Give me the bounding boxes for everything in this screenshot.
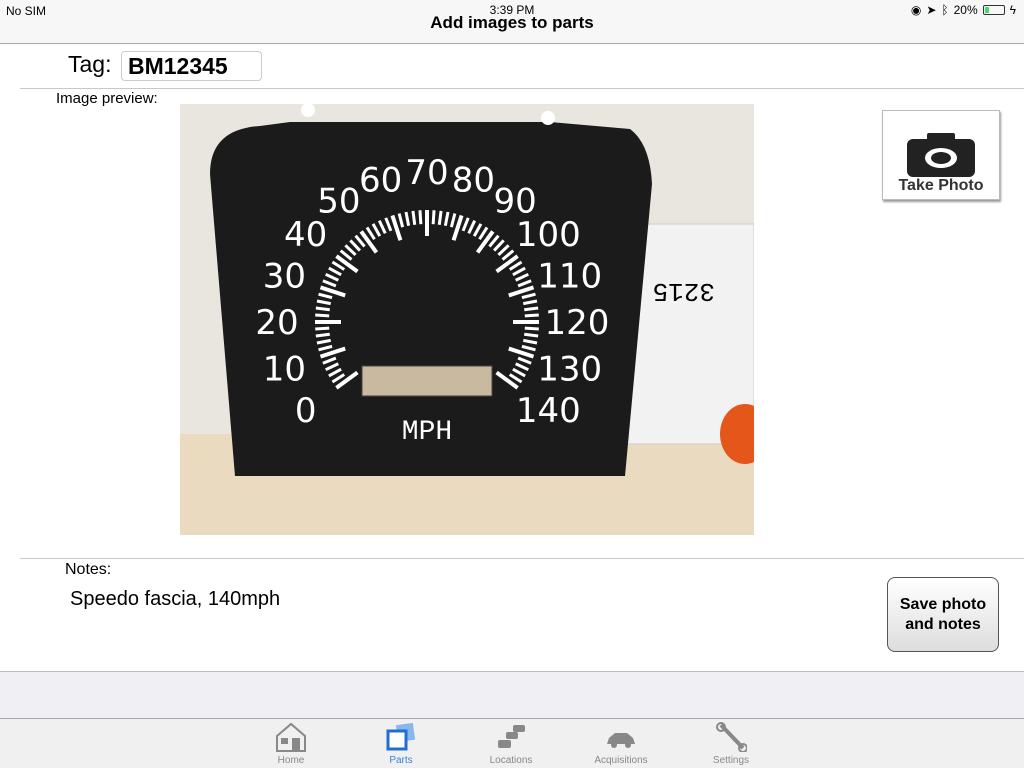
tab-parts[interactable]: Parts — [356, 719, 446, 769]
tab-label: Home — [277, 755, 305, 766]
tab-home[interactable]: Home — [246, 719, 336, 769]
dial-tick — [418, 210, 423, 225]
battery-percent: 20% — [953, 3, 978, 17]
dial-number: 20 — [255, 303, 298, 343]
save-label: Save photo and notes — [899, 595, 987, 633]
tab-label: Settings — [712, 755, 750, 766]
dial-tick — [524, 313, 539, 318]
dial-number: 110 — [537, 257, 602, 297]
page-title: Add images to parts — [430, 13, 594, 32]
dial-number: 80 — [452, 160, 495, 200]
dial-number: 0 — [295, 391, 317, 431]
dial-tick — [524, 332, 539, 338]
divider — [20, 88, 1024, 89]
dial-tick — [524, 326, 539, 331]
save-photo-and-notes-button[interactable]: Save photo and notes — [887, 577, 999, 652]
tab-label: Acquisitions — [594, 755, 648, 766]
battery-icon — [982, 5, 1005, 15]
take-photo-label: Take Photo — [898, 177, 984, 194]
dial-number: 100 — [516, 215, 581, 255]
bluetooth-icon: ᛒ — [941, 3, 949, 17]
tab-locations[interactable]: Locations — [466, 719, 556, 769]
tab-label: Parts — [389, 755, 413, 766]
tab-acquisitions[interactable]: Acquisitions — [576, 719, 666, 769]
notes-input[interactable]: Speedo fascia, 140mph — [70, 588, 770, 611]
spacer — [0, 671, 1024, 718]
dial-tick — [431, 210, 436, 225]
dial-tick — [411, 210, 417, 225]
tab-bar: Home Parts Locations Acquisitions Settin… — [0, 718, 1024, 768]
camera-icon — [907, 133, 975, 177]
status-bar: No SIM 3:39 PM Add images to parts ◉ ➤ ᛒ… — [0, 0, 1024, 44]
dial-tick — [315, 306, 330, 312]
dial-number: 120 — [545, 303, 610, 343]
orientation-lock-icon: ◉ — [910, 3, 922, 17]
charging-icon: ϟ — [1009, 3, 1016, 17]
dial-unit: MPH — [402, 417, 452, 448]
take-photo-button[interactable]: Take Photo — [882, 110, 1000, 200]
tag-label: Tag: — [68, 51, 112, 77]
tag-input[interactable]: BM12345 — [121, 51, 262, 81]
image-preview-label: Image preview: — [56, 90, 158, 107]
dial-tick — [315, 326, 330, 331]
car-icon — [607, 733, 635, 748]
tab-settings[interactable]: Settings — [686, 719, 776, 769]
location-icon: ➤ — [926, 3, 937, 17]
dial-number: 30 — [263, 257, 306, 297]
status-icons: ◉ ➤ ᛒ 20% ϟ — [911, 3, 1016, 17]
dial-number: 70 — [405, 153, 448, 193]
dial-tick — [524, 306, 539, 312]
dial-number: 10 — [263, 349, 306, 389]
image-preview: 3215 0 10 20 30 40 50 60 70 80 90 100 110 120 130 140 … — [180, 104, 754, 535]
dial-number: 50 — [317, 182, 360, 222]
wrench-icon — [716, 722, 747, 752]
box-label: 3215 — [653, 276, 715, 306]
house-icon — [276, 722, 306, 752]
dial-number: 130 — [537, 349, 602, 389]
dial-tick — [315, 313, 330, 318]
dial-number: 60 — [359, 160, 402, 200]
cars-stack-icon — [498, 725, 525, 748]
dial-tick — [315, 332, 330, 338]
dial-number: 140 — [516, 391, 581, 431]
dial-tick — [437, 210, 443, 225]
divider — [20, 558, 1024, 559]
tab-label: Locations — [489, 755, 533, 766]
photos-icon — [386, 722, 416, 751]
notes-label: Notes: — [65, 561, 112, 578]
